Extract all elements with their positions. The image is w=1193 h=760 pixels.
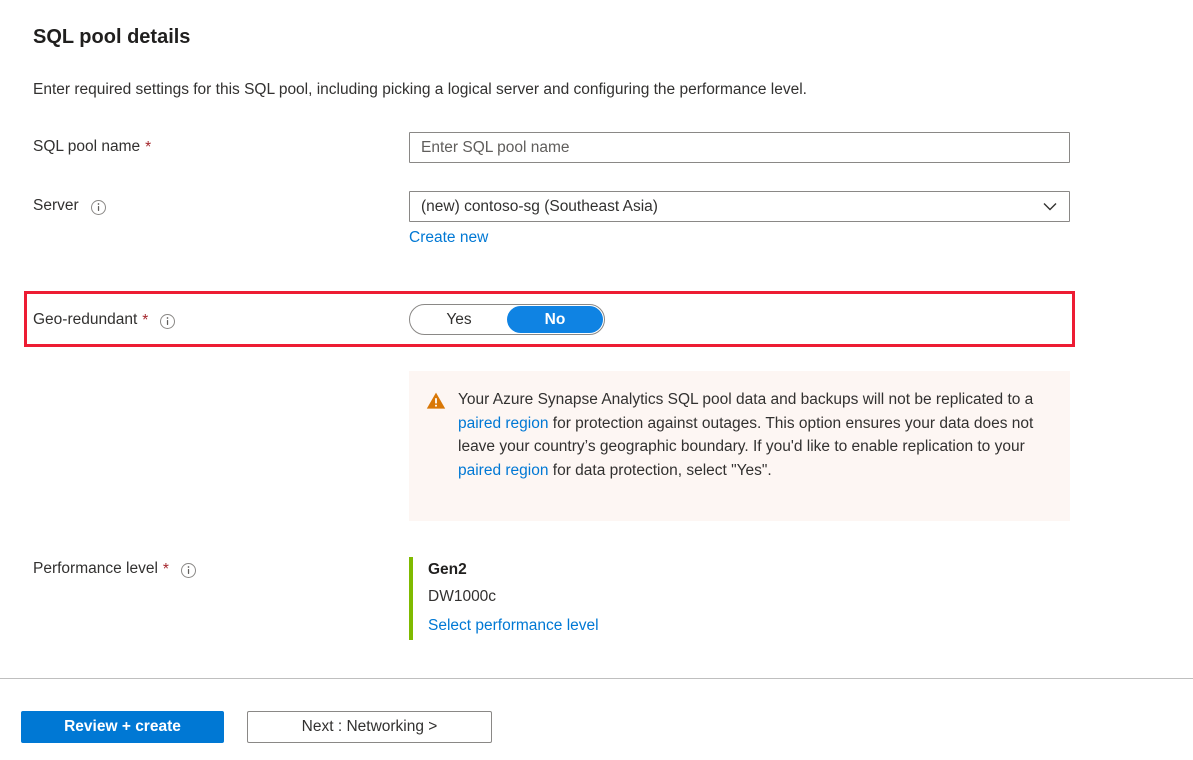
footer-divider (0, 678, 1193, 679)
page-title: SQL pool details (33, 26, 190, 49)
required-asterisk: * (145, 140, 151, 156)
performance-sku: DW1000c (428, 582, 809, 611)
sql-pool-name-label: SQL pool name * (33, 138, 151, 156)
required-asterisk: * (163, 562, 169, 578)
info-icon[interactable] (181, 563, 196, 578)
warning-text: Your Azure Synapse Analytics SQL pool da… (458, 388, 1038, 521)
paired-region-link-2[interactable]: paired region (458, 462, 548, 479)
chevron-down-icon (1042, 199, 1058, 215)
paired-region-link-1[interactable]: paired region (458, 415, 548, 432)
next-networking-button[interactable]: Next : Networking > (247, 711, 492, 743)
server-dropdown-value: (new) contoso-sg (Southeast Asia) (421, 198, 1042, 216)
performance-level-label: Performance level * (33, 560, 196, 578)
geo-redundant-option-yes[interactable]: Yes (411, 306, 507, 333)
geo-redundant-option-no[interactable]: No (507, 306, 603, 333)
sql-pool-name-label-text: SQL pool name (33, 138, 140, 156)
warning-text-part-3: for data protection, select "Yes". (548, 462, 771, 479)
sql-pool-details-page: SQL pool details Enter required settings… (0, 0, 1193, 760)
sql-pool-name-input[interactable] (409, 132, 1070, 163)
geo-redundant-label-text: Geo-redundant (33, 311, 137, 329)
server-label: Server (33, 197, 106, 215)
page-description: Enter required settings for this SQL poo… (33, 81, 807, 99)
required-asterisk: * (142, 313, 148, 329)
performance-level-label-text: Performance level (33, 560, 158, 578)
server-dropdown[interactable]: (new) contoso-sg (Southeast Asia) (409, 191, 1070, 222)
geo-redundant-label: Geo-redundant * (33, 311, 175, 329)
select-performance-level-link[interactable]: Select performance level (428, 611, 809, 640)
warning-text-part-1: Your Azure Synapse Analytics SQL pool da… (458, 391, 1033, 408)
warning-triangle-icon (426, 391, 446, 411)
geo-redundant-warning-message: Your Azure Synapse Analytics SQL pool da… (409, 371, 1070, 521)
info-icon[interactable] (160, 314, 175, 329)
geo-redundant-toggle[interactable]: Yes No (409, 304, 605, 335)
performance-tier: Gen2 (428, 557, 809, 582)
performance-level-card: Gen2 DW1000c Select performance level (409, 557, 809, 640)
info-icon[interactable] (91, 200, 106, 215)
review-create-button[interactable]: Review + create (21, 711, 224, 743)
create-new-server-link[interactable]: Create new (409, 229, 488, 247)
server-label-text: Server (33, 197, 79, 215)
